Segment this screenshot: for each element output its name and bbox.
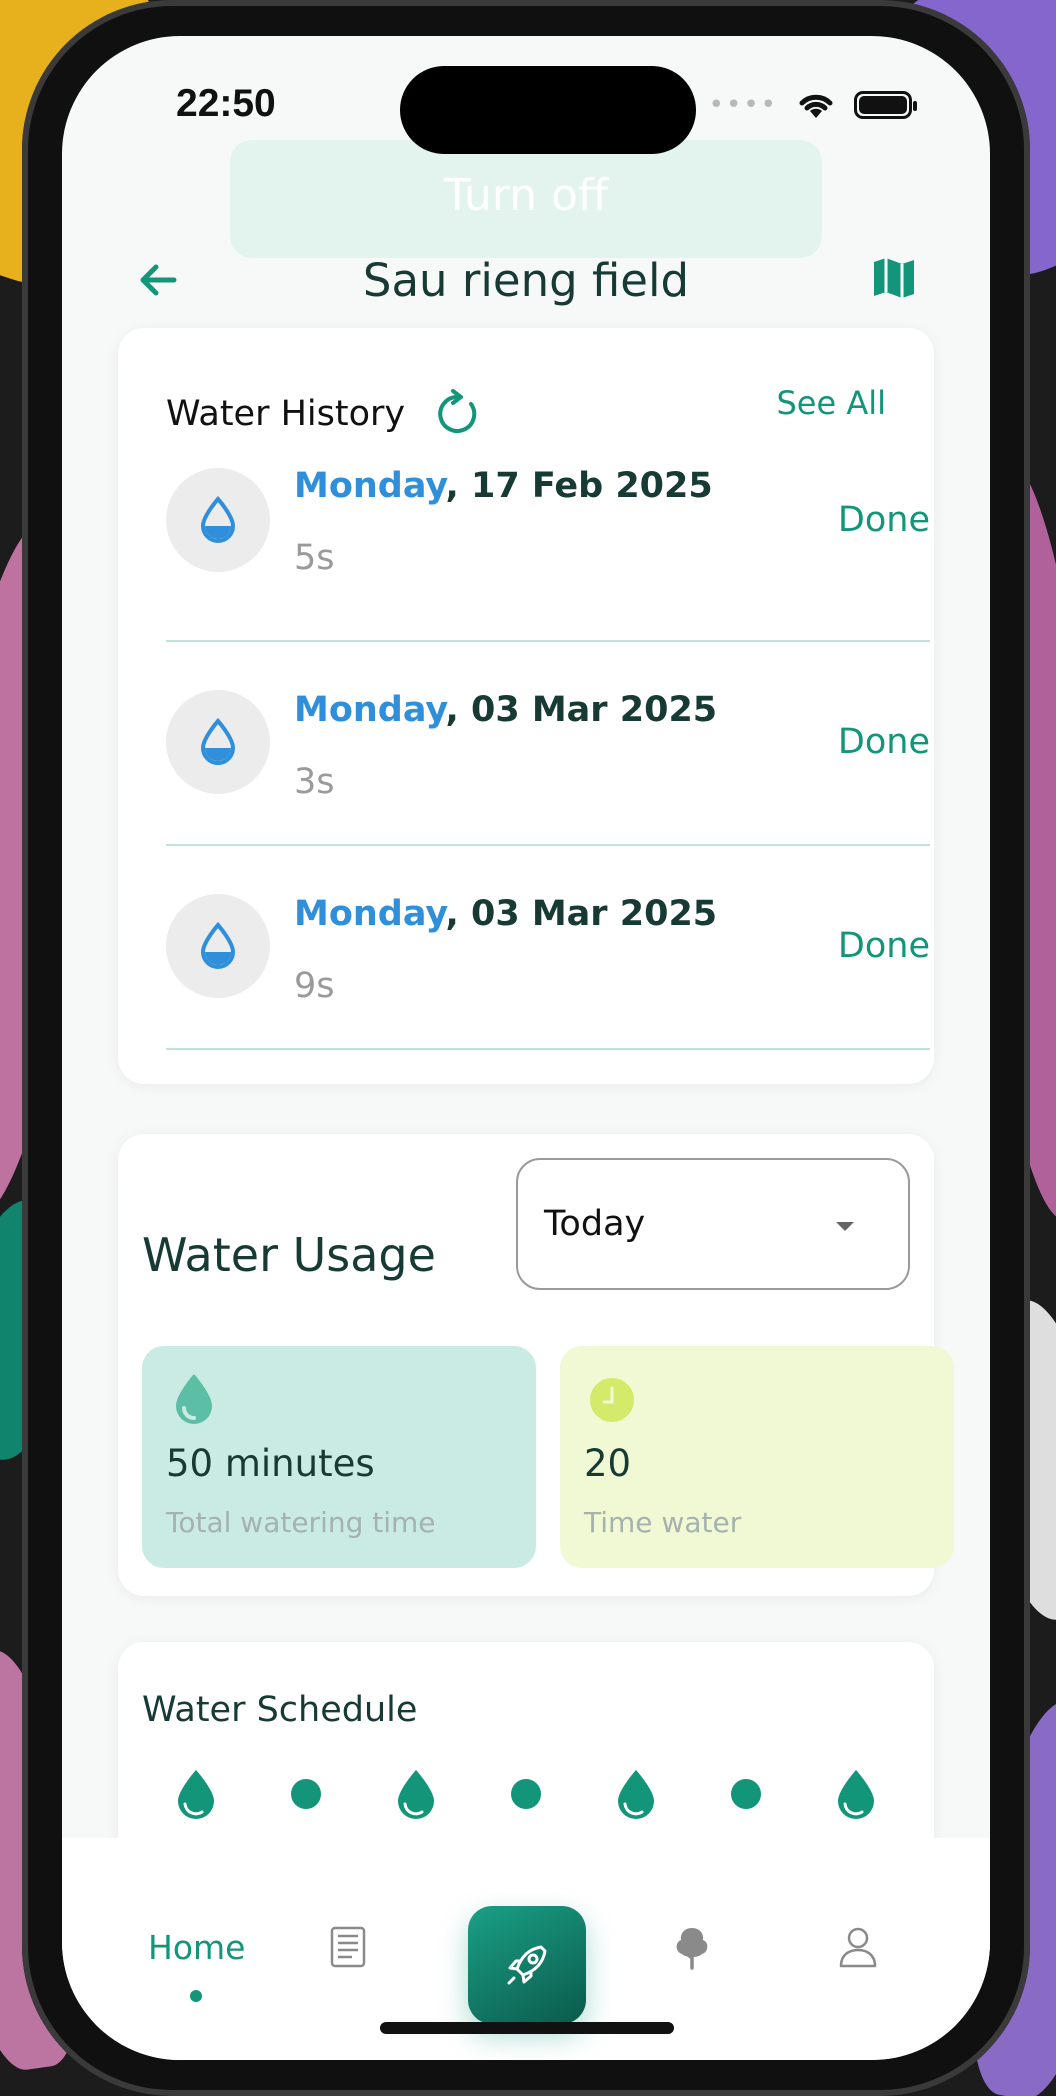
stat-label: Total watering time — [166, 1506, 436, 1539]
schedule-dot[interactable] — [731, 1779, 761, 1809]
stat-value: 20 — [584, 1442, 632, 1485]
history-duration: 3s — [294, 762, 335, 802]
wifi-icon — [799, 94, 833, 118]
phone-frame: 22:50 •••• Rem m 0s Turn off Sau rieng f… — [22, 0, 1030, 2096]
water-drop-icon[interactable] — [834, 1768, 878, 1820]
water-drop-icon[interactable] — [394, 1768, 438, 1820]
period-select[interactable]: Today — [516, 1158, 910, 1290]
tree-icon[interactable] — [670, 1924, 714, 1970]
app-screen: 22:50 •••• Rem m 0s Turn off Sau rieng f… — [62, 36, 990, 2060]
map-icon[interactable] — [870, 254, 918, 302]
active-indicator-dot — [190, 1990, 202, 2002]
water-history-header: Water History — [166, 388, 483, 440]
schedule-dot[interactable] — [291, 1779, 321, 1809]
profile-icon[interactable] — [836, 1924, 880, 1970]
history-row[interactable]: Monday, 17 Feb 2025 5s Done — [166, 446, 930, 642]
rocket-action-button[interactable] — [468, 1906, 586, 2024]
period-select-value: Today — [544, 1204, 646, 1244]
chevron-down-icon — [836, 1222, 854, 1231]
news-icon[interactable] — [326, 1924, 370, 1970]
total-watering-time-stat: 50 minutes Total watering time — [142, 1346, 536, 1568]
rocket-icon — [507, 1945, 547, 1985]
water-history-card: Water History See All Monday, 17 Feb 202… — [118, 328, 934, 1084]
history-duration: 9s — [294, 966, 335, 1006]
home-indicator[interactable] — [380, 2022, 674, 2034]
water-drop-icon — [200, 922, 236, 969]
stat-value: 50 minutes — [166, 1442, 375, 1485]
schedule-week-row — [142, 1768, 910, 1820]
history-date: Monday, 03 Mar 2025 — [294, 690, 718, 730]
water-usage-card: Water Usage Today 50 minutes Total water… — [118, 1134, 954, 1596]
water-drop-icon[interactable] — [174, 1768, 218, 1820]
history-status: Done — [837, 926, 930, 966]
status-time: 22:50 — [176, 82, 276, 125]
water-drop-icon — [200, 496, 236, 543]
water-history-title: Water History — [166, 394, 406, 434]
page-title: Sau rieng field — [362, 254, 690, 307]
battery-icon — [854, 91, 917, 119]
top-header: Sau rieng field — [62, 226, 990, 336]
water-drop-badge — [166, 468, 270, 572]
refresh-icon[interactable] — [431, 388, 483, 440]
time-water-stat: 20 Time water — [560, 1346, 954, 1568]
water-drop-badge — [166, 894, 270, 998]
water-schedule-title: Water Schedule — [142, 1690, 418, 1730]
water-drop-badge — [166, 690, 270, 794]
history-status: Done — [837, 722, 930, 762]
nav-home-tab[interactable]: Home — [148, 1928, 245, 1967]
schedule-dot[interactable] — [511, 1779, 541, 1809]
signal-icon: •••• — [708, 90, 778, 120]
history-date: Monday, 03 Mar 2025 — [294, 894, 718, 934]
history-date: Monday, 17 Feb 2025 — [294, 466, 713, 506]
status-indicators: •••• — [708, 90, 917, 120]
water-usage-title: Water Usage — [142, 1228, 436, 1282]
history-status: Done — [837, 500, 930, 540]
stat-label: Time water — [584, 1506, 742, 1539]
history-row[interactable]: Monday, 03 Mar 2025 9s Done — [166, 846, 930, 1050]
clock-icon — [590, 1378, 634, 1422]
history-duration: 5s — [294, 538, 335, 578]
history-row[interactable]: Monday, 03 Mar 2025 3s Done — [166, 642, 930, 846]
water-drop-icon[interactable] — [614, 1768, 658, 1820]
dynamic-island — [400, 66, 696, 154]
see-all-link[interactable]: See All — [776, 384, 886, 422]
water-drop-icon — [200, 718, 236, 765]
water-drop-icon — [176, 1374, 212, 1424]
